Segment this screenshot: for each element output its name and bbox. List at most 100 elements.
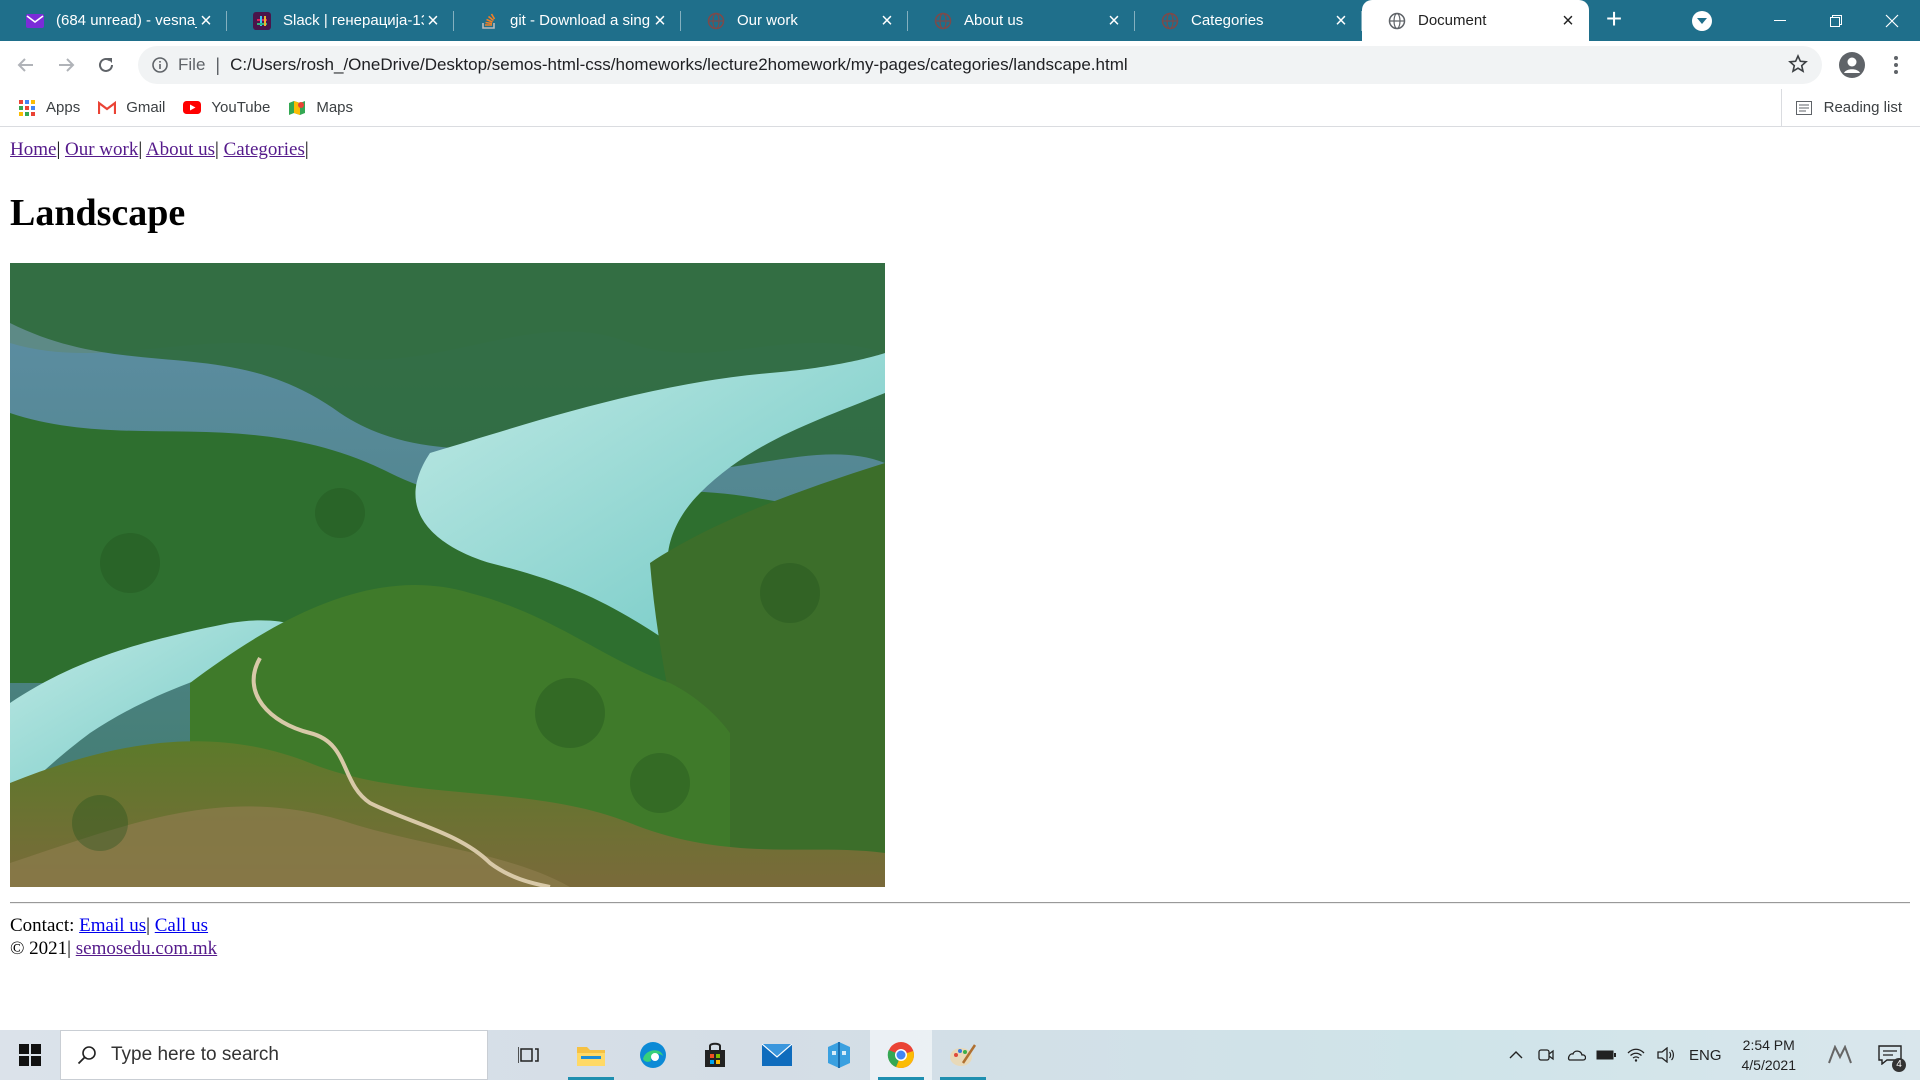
- email-us-link[interactable]: Email us: [79, 915, 146, 936]
- meet-now-icon[interactable]: [1531, 1030, 1561, 1080]
- tab-about-us[interactable]: About us ×: [908, 0, 1135, 41]
- taskbar-clock[interactable]: 2:54 PM 4/5/2021: [1742, 1035, 1797, 1075]
- mail-icon[interactable]: [746, 1030, 808, 1080]
- close-icon[interactable]: ×: [197, 11, 215, 31]
- restore-icon[interactable]: [1808, 0, 1864, 41]
- tab-title: Categories: [1191, 12, 1264, 29]
- minimize-icon[interactable]: [1752, 0, 1808, 41]
- chrome-icon[interactable]: [870, 1030, 932, 1080]
- close-icon[interactable]: ×: [1332, 11, 1350, 31]
- new-tab-button[interactable]: +: [1597, 3, 1631, 37]
- clock-time: 2:54 PM: [1742, 1037, 1795, 1053]
- nav-separator: |: [138, 139, 143, 160]
- kebab-menu-icon[interactable]: [1876, 45, 1916, 85]
- search-placeholder: Type here to search: [111, 1044, 279, 1065]
- tab-document[interactable]: Document ×: [1362, 0, 1589, 41]
- nav-separator: |: [56, 139, 61, 160]
- tab-search-icon[interactable]: [1692, 10, 1712, 31]
- azure-storage-icon[interactable]: [808, 1030, 870, 1080]
- back-icon[interactable]: [6, 45, 46, 85]
- close-icon[interactable]: ×: [1105, 11, 1123, 31]
- nav-separator: |: [215, 139, 219, 160]
- bookmark-label: YouTube: [211, 99, 271, 116]
- slack-icon: [253, 11, 271, 30]
- url-divider: |: [215, 54, 221, 75]
- tab-title: About us: [964, 12, 1024, 29]
- tab-title: Our work: [737, 12, 798, 29]
- edge-icon[interactable]: [622, 1030, 684, 1080]
- bookmark-label: Maps: [316, 99, 354, 116]
- bookmark-apps[interactable]: Apps: [18, 99, 80, 117]
- windows-taskbar: Type here to search ENG 2:54 PM 4/5/2021…: [0, 1030, 1920, 1080]
- close-icon[interactable]: ×: [424, 11, 442, 31]
- notification-badge: 4: [1892, 1058, 1906, 1072]
- youtube-icon: [183, 99, 202, 117]
- store-icon[interactable]: [684, 1030, 746, 1080]
- windows-start-icon[interactable]: [0, 1030, 60, 1080]
- volume-icon[interactable]: [1651, 1030, 1681, 1080]
- notification-center-icon[interactable]: 4: [1860, 1030, 1920, 1080]
- input-language[interactable]: ENG: [1689, 1047, 1722, 1064]
- nav-link-categories[interactable]: Categories: [224, 139, 305, 160]
- clock-date: 4/5/2021: [1741, 1057, 1797, 1073]
- info-icon[interactable]: [150, 55, 170, 75]
- bookmark-label: Apps: [46, 99, 81, 116]
- close-icon[interactable]: ×: [878, 11, 896, 31]
- page-title: Landscape: [10, 192, 186, 234]
- tab-our-work[interactable]: Our work ×: [681, 0, 908, 41]
- footer-separator: |: [146, 915, 150, 936]
- profile-avatar-icon[interactable]: [1832, 45, 1872, 85]
- reading-list-button[interactable]: Reading list: [1780, 89, 1902, 126]
- stackoverflow-icon: [480, 12, 498, 30]
- tab-slack[interactable]: Slack | генерација-13 ×: [227, 0, 454, 41]
- wifi-icon[interactable]: [1621, 1030, 1651, 1080]
- nav-link-about-us[interactable]: About us: [146, 139, 215, 160]
- web-page: Home| Our work| About us| Categories| La…: [0, 127, 1920, 1030]
- reading-list-icon: [1795, 100, 1812, 115]
- paint-icon[interactable]: [932, 1030, 994, 1080]
- call-us-link[interactable]: Call us: [155, 915, 208, 936]
- site-footer: Contact: Email us| Call us © 2021| semos…: [10, 914, 217, 960]
- landscape-image: [10, 263, 885, 887]
- bookmark-label: Gmail: [126, 99, 166, 116]
- forward-icon[interactable]: [46, 45, 86, 85]
- taskbar-search-box[interactable]: Type here to search: [60, 1030, 488, 1080]
- file-explorer-icon[interactable]: [560, 1030, 622, 1080]
- nav-link-home[interactable]: Home: [10, 139, 56, 160]
- maps-icon: [288, 99, 306, 117]
- bookmark-star-icon[interactable]: [1788, 54, 1808, 79]
- bookmark-maps[interactable]: Maps: [288, 99, 353, 117]
- tab-title: (684 unread) - vesna_r: [56, 12, 197, 29]
- address-bar[interactable]: File | C:/Users/rosh_/OneDrive/Desktop/s…: [138, 46, 1822, 84]
- contact-line: Contact: Email us| Call us: [10, 914, 217, 937]
- paint-tray-icon[interactable]: [1820, 1030, 1860, 1080]
- tab-yahoo-mail[interactable]: (684 unread) - vesna_r ×: [0, 0, 227, 41]
- url-text[interactable]: C:/Users/rosh_/OneDrive/Desktop/semos-ht…: [230, 55, 1128, 75]
- tab-strip: (684 unread) - vesna_r × Slack | генерац…: [0, 0, 1920, 41]
- reload-icon[interactable]: [86, 45, 126, 85]
- tab-categories[interactable]: Categories ×: [1135, 0, 1362, 41]
- window-controls: [1692, 0, 1920, 41]
- battery-icon[interactable]: [1591, 1030, 1621, 1080]
- yahoo-mail-icon: [26, 12, 44, 30]
- tab-title: Slack | генерација-13: [283, 12, 424, 29]
- site-link[interactable]: semosedu.com.mk: [76, 938, 217, 959]
- bookmark-gmail[interactable]: Gmail: [98, 99, 165, 117]
- nav-link-our-work[interactable]: Our work: [65, 139, 138, 160]
- window-close-icon[interactable]: [1864, 0, 1920, 41]
- bookmark-youtube[interactable]: YouTube: [183, 99, 270, 117]
- copyright-line: © 2021| semosedu.com.mk: [10, 937, 217, 960]
- close-icon[interactable]: ×: [1559, 11, 1577, 31]
- toolbar-right: [1832, 41, 1920, 89]
- copyright-text: © 2021|: [10, 938, 71, 959]
- globe-icon: [707, 12, 725, 30]
- tab-stackoverflow[interactable]: git - Download a singl ×: [454, 0, 681, 41]
- footer-divider: [10, 902, 1910, 904]
- close-icon[interactable]: ×: [651, 11, 669, 31]
- globe-icon: [1161, 12, 1179, 30]
- nav-separator: |: [304, 139, 309, 160]
- chevron-up-icon[interactable]: [1501, 1030, 1531, 1080]
- onedrive-icon[interactable]: [1561, 1030, 1591, 1080]
- task-view-icon[interactable]: [498, 1030, 560, 1080]
- tab-title: git - Download a singl: [510, 12, 651, 29]
